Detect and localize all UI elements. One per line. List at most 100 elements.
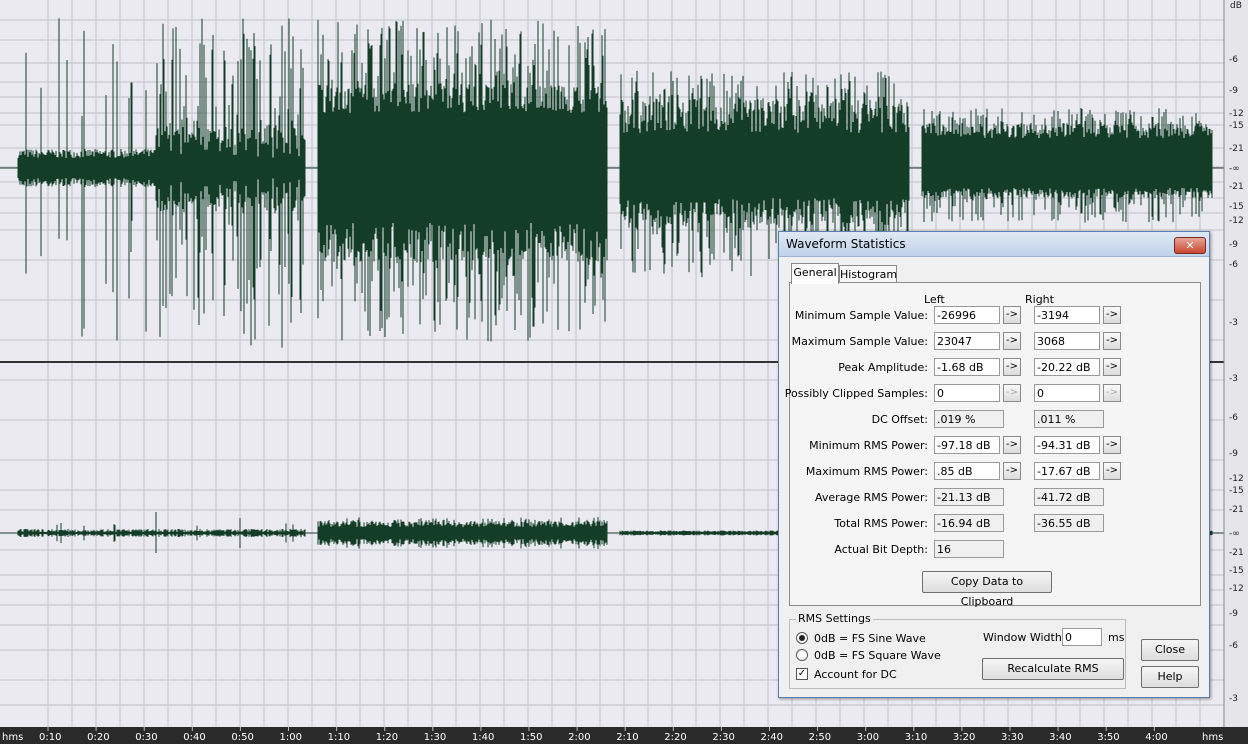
db-tick-label: -6 <box>1229 641 1238 651</box>
stat-label: Minimum RMS Power: <box>809 439 928 452</box>
db-tick-label: -15 <box>1229 486 1244 496</box>
db-tick-label: -6 <box>1229 413 1238 423</box>
db-unit-label: dB <box>1230 1 1242 11</box>
time-tick-label: 1:40 <box>472 732 494 743</box>
stat-value-right[interactable]: -94.31 dB <box>1034 436 1100 454</box>
waveform-statistics-dialog: Waveform Statistics ✕ General Histogram … <box>778 231 1210 698</box>
db-tick-label: -12 <box>1229 109 1244 119</box>
db-tick-label: -9 <box>1229 86 1238 96</box>
db-tick-label: -21 <box>1229 548 1244 558</box>
db-tick-label: -∞ <box>1229 164 1240 174</box>
time-tick-label: 2:30 <box>712 732 734 743</box>
time-tick-label: 3:50 <box>1097 732 1119 743</box>
stat-value-right[interactable]: -20.22 dB <box>1034 358 1100 376</box>
account-dc-label: Account for DC <box>814 668 897 681</box>
db-tick-label: -9 <box>1229 609 1238 619</box>
stat-value-right[interactable]: 3068 <box>1034 332 1100 350</box>
time-tick-label: 0:50 <box>231 732 253 743</box>
time-tick-label: 1:00 <box>280 732 302 743</box>
help-button[interactable]: Help <box>1141 666 1199 688</box>
stat-value-right: -41.72 dB <box>1034 488 1104 506</box>
go-to-value-button[interactable]: -> <box>1003 462 1021 480</box>
go-to-value-button[interactable]: -> <box>1103 306 1121 324</box>
db-tick-label: -21 <box>1229 144 1244 154</box>
rms-settings-label: RMS Settings <box>796 612 873 625</box>
copy-data-button[interactable]: Copy Data to Clipboard <box>922 571 1052 608</box>
db-tick-label: -9 <box>1229 449 1238 459</box>
window-width-label: Window Width: <box>983 631 1066 644</box>
go-to-value-button[interactable]: -> <box>1003 306 1021 324</box>
time-tick-label: 3:20 <box>953 732 975 743</box>
db-tick-label: -12 <box>1229 584 1244 594</box>
time-tick-label: 4:00 <box>1145 732 1167 743</box>
window-width-unit: ms <box>1108 631 1125 644</box>
db-tick-label: -3 <box>1229 318 1238 328</box>
db-tick-label: -3 <box>1229 694 1238 704</box>
db-tick-label: -15 <box>1229 566 1244 576</box>
go-to-value-button[interactable]: -> <box>1003 332 1021 350</box>
stat-value-left: 16 <box>934 540 1004 558</box>
time-tick-label: 3:40 <box>1049 732 1071 743</box>
close-x-icon[interactable]: ✕ <box>1174 237 1206 254</box>
stat-label: Minimum Sample Value: <box>794 309 928 322</box>
tab-general[interactable]: General <box>791 263 839 284</box>
left-column-header: Left <box>924 293 945 306</box>
stat-value-left: .019 % <box>934 410 1004 428</box>
go-to-value-button[interactable]: -> <box>1103 462 1121 480</box>
window-width-input[interactable]: 0 <box>1062 628 1102 646</box>
time-tick-label: 0:10 <box>39 732 61 743</box>
go-to-value-button[interactable]: -> <box>1003 436 1021 454</box>
time-tick-label: 2:50 <box>809 732 831 743</box>
go-to-value-button[interactable]: -> <box>1103 332 1121 350</box>
db-tick-label: -3 <box>1229 374 1238 384</box>
db-tick-label: -15 <box>1229 202 1244 212</box>
stat-value-right[interactable]: 0 <box>1034 384 1100 402</box>
close-button[interactable]: Close <box>1141 639 1199 661</box>
rms-settings-group: RMS Settings 0dB = FS Sine Wave 0dB = FS… <box>789 612 1126 689</box>
sine-wave-radio[interactable] <box>796 632 808 644</box>
db-tick-label: -6 <box>1229 55 1238 65</box>
time-tick-label: 0:30 <box>135 732 157 743</box>
time-tick-label: 2:20 <box>664 732 686 743</box>
stat-label: Peak Amplitude: <box>838 361 928 374</box>
time-tick-label: 3:00 <box>857 732 879 743</box>
stat-value-left[interactable]: 0 <box>934 384 1000 402</box>
db-tick-label: -21 <box>1229 505 1244 515</box>
stat-value-left[interactable]: 23047 <box>934 332 1000 350</box>
dialog-title: Waveform Statistics <box>786 237 906 251</box>
stat-value-left[interactable]: -1.68 dB <box>934 358 1000 376</box>
stat-label: Maximum Sample Value: <box>791 335 928 348</box>
stat-value-left[interactable]: .85 dB <box>934 462 1000 480</box>
general-tab-panel: Left Right Minimum Sample Value: -26996 ->… <box>785 282 1201 608</box>
stat-value-left[interactable]: -26996 <box>934 306 1000 324</box>
square-wave-label: 0dB = FS Square Wave <box>814 649 941 662</box>
square-wave-radio[interactable] <box>796 649 808 661</box>
go-to-value-button[interactable]: -> <box>1103 358 1121 376</box>
time-tick-label: 3:30 <box>1001 732 1023 743</box>
time-tick-label: 0:20 <box>87 732 109 743</box>
dialog-title-bar[interactable]: Waveform Statistics ✕ <box>779 232 1209 257</box>
stat-label: Maximum RMS Power: <box>805 465 928 478</box>
time-tick-label: 2:10 <box>616 732 638 743</box>
db-tick-label: -12 <box>1229 474 1244 484</box>
db-tick-label: -15 <box>1229 121 1244 131</box>
time-unit-label-right: hms <box>1202 732 1223 743</box>
time-tick-label: 1:20 <box>376 732 398 743</box>
stat-label: Average RMS Power: <box>814 491 928 504</box>
stat-value-right[interactable]: -17.67 dB <box>1034 462 1100 480</box>
go-to-value-button[interactable]: -> <box>1103 384 1121 402</box>
recalculate-rms-button[interactable]: Recalculate RMS <box>982 658 1124 680</box>
time-tick-label: 1:30 <box>424 732 446 743</box>
go-to-value-button[interactable]: -> <box>1003 384 1021 402</box>
time-tick-label: 1:10 <box>328 732 350 743</box>
stat-value-right[interactable]: -3194 <box>1034 306 1100 324</box>
db-tick-label: -6 <box>1229 260 1238 270</box>
stat-value-left: -16.94 dB <box>934 514 1004 532</box>
stat-label: Possibly Clipped Samples: <box>784 387 928 400</box>
account-dc-checkbox[interactable]: ✓ <box>796 668 808 680</box>
go-to-value-button[interactable]: -> <box>1003 358 1021 376</box>
stat-value-left[interactable]: -97.18 dB <box>934 436 1000 454</box>
stat-label: Actual Bit Depth: <box>834 543 928 556</box>
go-to-value-button[interactable]: -> <box>1103 436 1121 454</box>
db-tick-label: -∞ <box>1229 529 1240 539</box>
